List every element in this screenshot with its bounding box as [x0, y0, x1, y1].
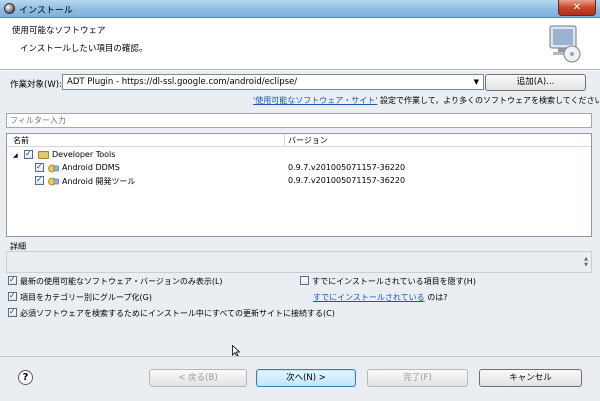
button-bar-separator	[0, 356, 600, 357]
software-tree[interactable]: 名前 バージョン ◢ Developer Tools Android DDMS …	[6, 133, 592, 237]
sites-info: '使用可能なソフトウェア・サイト' 設定で作業して，より多くのソフトウェアを検索…	[253, 95, 600, 106]
wizard-banner: 使用可能なソフトウェア インストールしたい項目の確認。	[0, 18, 600, 70]
available-sites-link[interactable]: '使用可能なソフトウェア・サイト'	[253, 96, 377, 105]
filter-field[interactable]	[6, 113, 592, 128]
hide-installed-checkbox[interactable]	[300, 276, 309, 285]
scroll-arrows-icon[interactable]: ▲ ▼	[584, 256, 588, 268]
category-checkbox[interactable]	[24, 149, 33, 159]
latest-only-checkbox[interactable]	[8, 275, 17, 285]
tree-row-category[interactable]: ◢ Developer Tools	[7, 149, 591, 162]
feature-plugin-icon	[48, 164, 59, 173]
sites-info-text: 設定で作業して，より多くのソフトウェアを検索してください。	[377, 96, 600, 105]
contact-sites-label: 必須ソフトウェアを検索するためにインストール中にすべての更新サイトに接続する(C…	[20, 309, 335, 318]
work-with-value: ADT Plugin - https://dl-ssl.google.com/a…	[67, 77, 298, 87]
already-installed-link[interactable]: すでにインストールされている	[313, 293, 425, 302]
column-name[interactable]: 名前	[13, 135, 29, 146]
option-latest-only[interactable]: 最新の使用可能なソフトウェア・バージョンのみ表示(L)	[8, 275, 223, 287]
details-panel: ▲ ▼	[6, 251, 592, 273]
tree-row-item[interactable]: Android DDMS 0.9.7.v201005071157-36220	[7, 162, 591, 175]
contact-sites-checkbox[interactable]	[8, 307, 17, 317]
eclipse-icon	[4, 3, 15, 14]
finish-button[interactable]: 完了(F)	[367, 369, 468, 387]
add-site-button[interactable]: 追加(A)...	[485, 74, 586, 91]
category-label: Developer Tools	[52, 150, 116, 159]
close-button[interactable]: ✕	[558, 0, 596, 16]
window-title: インストール	[19, 6, 73, 16]
item-label: Android 開発ツール	[62, 177, 136, 186]
option-contact-sites[interactable]: 必須ソフトウェアを検索するためにインストール中にすべての更新サイトに接続する(C…	[8, 307, 335, 319]
banner-description: インストールしたい項目の確認。	[20, 44, 148, 54]
next-button[interactable]: 次へ(N) >	[256, 369, 356, 387]
item-checkbox[interactable]	[35, 162, 44, 172]
feature-plugin-icon	[48, 177, 59, 186]
back-button[interactable]: < 戻る(B)	[149, 369, 247, 387]
wizard-content: 作業対象(W): ADT Plugin - https://dl-ssl.goo…	[0, 71, 600, 401]
work-with-label: 作業対象(W):	[10, 80, 62, 90]
help-button[interactable]: ?	[18, 370, 33, 385]
group-by-category-checkbox[interactable]	[8, 291, 17, 301]
column-version[interactable]: バージョン	[288, 135, 328, 146]
already-installed-suffix: のは?	[424, 293, 448, 302]
group-by-category-label: 項目をカテゴリー別にグループ化(G)	[20, 293, 152, 302]
option-hide-installed[interactable]: すでにインストールされている項目を隠す(H)	[300, 276, 476, 287]
dropdown-arrow-icon[interactable]: ▼	[474, 78, 479, 86]
expand-arrow-icon[interactable]: ◢	[13, 152, 18, 159]
title-bar: インストール ✕	[0, 0, 600, 18]
tree-row-item[interactable]: Android 開発ツール 0.9.7.v201005071157-36220	[7, 175, 591, 188]
column-divider[interactable]	[284, 134, 285, 147]
item-version: 0.9.7.v201005071157-36220	[288, 176, 406, 185]
tree-header: 名前 バージョン	[7, 134, 591, 147]
category-folder-icon	[38, 151, 49, 159]
item-checkbox[interactable]	[35, 175, 44, 185]
work-with-combo[interactable]: ADT Plugin - https://dl-ssl.google.com/a…	[62, 74, 484, 90]
option-group-by-category[interactable]: 項目をカテゴリー別にグループ化(G)	[8, 291, 152, 303]
hide-installed-label: すでにインストールされている項目を隠す(H)	[312, 277, 476, 286]
banner-title: 使用可能なソフトウェア	[12, 26, 106, 36]
install-wizard-icon	[549, 25, 581, 63]
already-installed-info: すでにインストールされている のは?	[313, 292, 447, 303]
item-version: 0.9.7.v201005071157-36220	[288, 163, 406, 172]
latest-only-label: 最新の使用可能なソフトウェア・バージョンのみ表示(L)	[20, 277, 223, 286]
filter-input[interactable]	[7, 114, 591, 127]
item-label: Android DDMS	[62, 163, 120, 172]
cancel-button[interactable]: キャンセル	[479, 369, 582, 387]
